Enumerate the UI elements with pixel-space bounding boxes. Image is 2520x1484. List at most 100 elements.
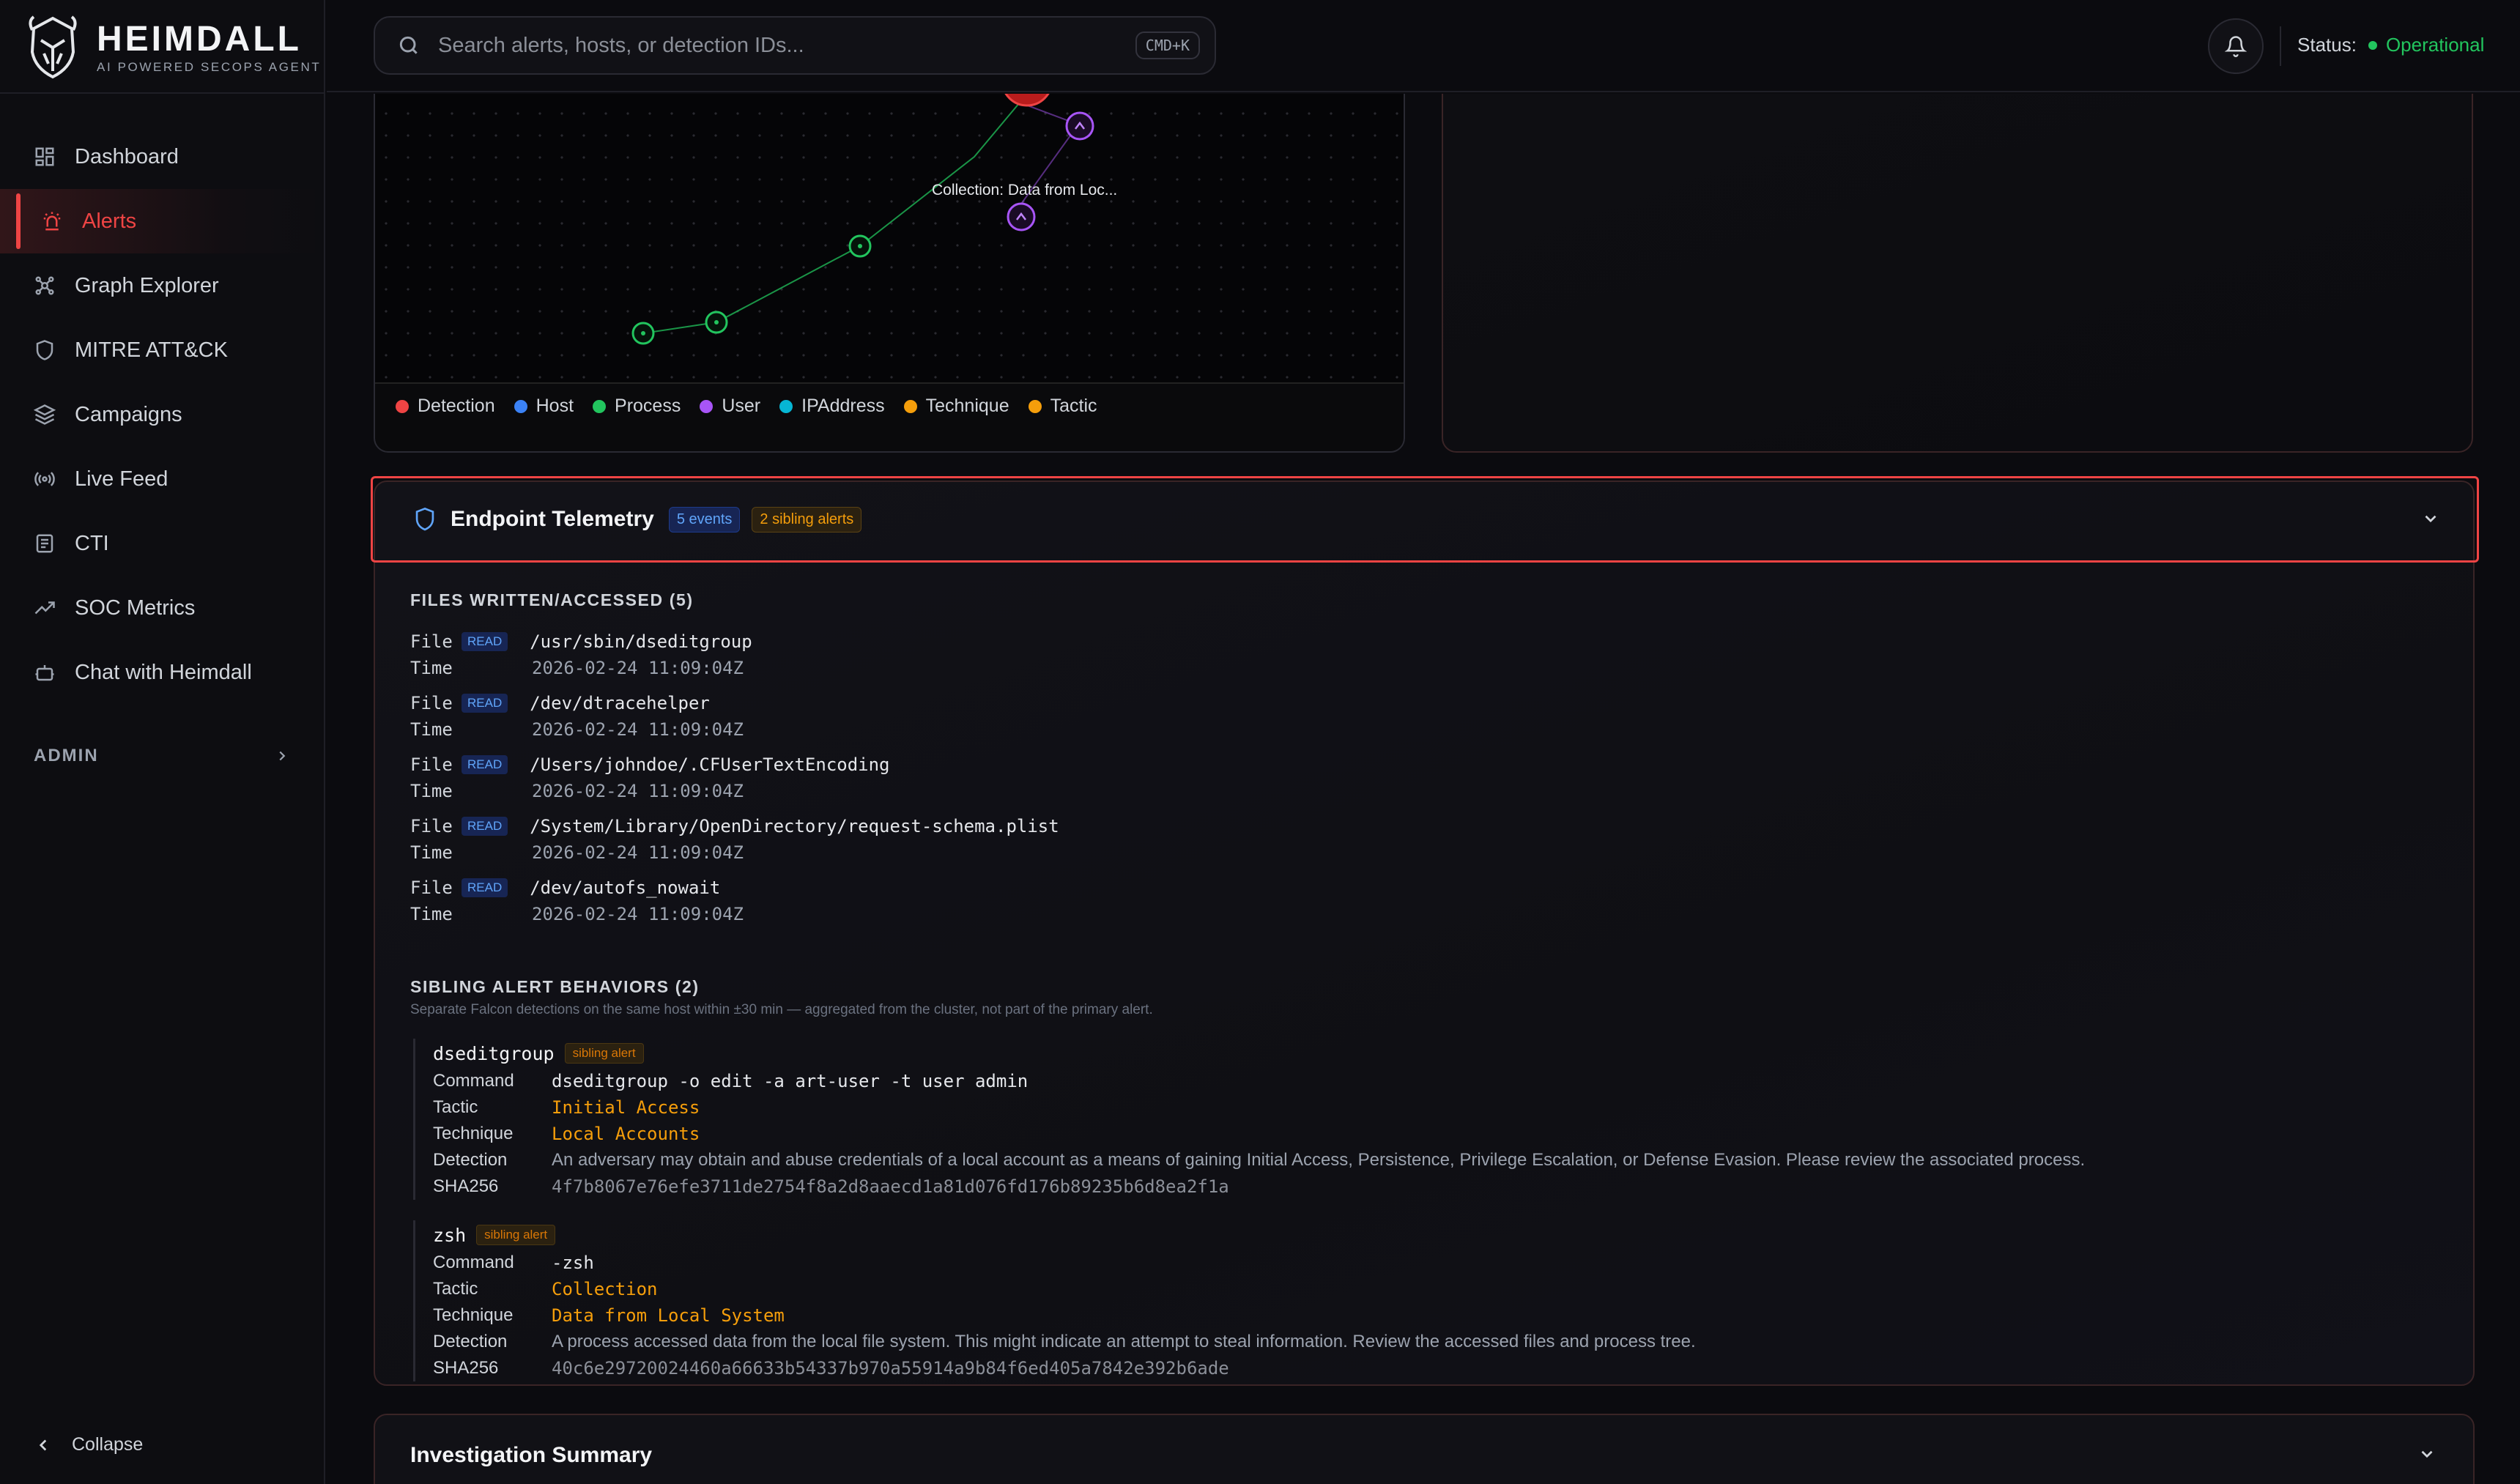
technique-label: Technique	[433, 1124, 514, 1143]
sidebar-item-label: Campaigns	[75, 402, 182, 426]
sidebar-item-mitre[interactable]: MITRE ATT&CK	[0, 318, 325, 382]
sidebar-item-label: SOC Metrics	[75, 596, 196, 620]
legend-ipaddress: IPAddress	[779, 396, 885, 417]
sidebar-item-label: Graph Explorer	[75, 273, 219, 297]
list-item: File READ/dev/autofs_nowait Time 2026-02-2…	[410, 875, 1059, 936]
sibling-alert-zsh: zsh sibling alert Command -zsh Tactic Colle…	[413, 1220, 1696, 1381]
legend-user: User	[700, 396, 760, 417]
graph-svg: Collection: Data from Loc...	[631, 94, 1117, 345]
collapse-button[interactable]: Collapse	[34, 1434, 143, 1455]
file-label: File	[410, 878, 453, 898]
detection-label: Detection	[433, 1332, 508, 1351]
command-value: -zsh	[552, 1253, 594, 1273]
main-content: Collection: Data from Loc... Detection H…	[327, 94, 2520, 1484]
search-bar[interactable]: CMD+K	[374, 16, 1216, 75]
bell-icon	[2225, 36, 2247, 57]
sidebar-item-label: Dashboard	[75, 144, 179, 168]
sibling-alerts-badge: 2 sibling alerts	[752, 506, 862, 533]
tactic-label: Tactic	[433, 1097, 478, 1117]
admin-label: ADMIN	[34, 746, 99, 765]
sidebar-item-dashboard[interactable]: Dashboard	[0, 125, 325, 189]
investigation-summary-title: Investigation Summary	[410, 1443, 653, 1467]
graph-node-label: Collection: Data from Loc...	[932, 182, 1117, 199]
file-path: /usr/sbin/dseditgroup	[530, 631, 752, 652]
endpoint-telemetry-header[interactable]: Endpoint Telemetry 5 events 2 sibling al…	[371, 476, 2479, 563]
brand[interactable]: HEIMDALL AI POWERED SECOPS AGENT	[26, 15, 321, 81]
list-item: File READ/Users/johndoe/.CFUserTextEncodi…	[410, 752, 1059, 813]
command-label: Command	[433, 1253, 514, 1272]
sidebar-item-label: CTI	[75, 531, 109, 555]
time-label: Time	[410, 904, 453, 924]
tactic-value: Collection	[552, 1279, 658, 1299]
side-panel-card	[1442, 94, 2473, 453]
endpoint-telemetry-title: Endpoint Telemetry	[451, 507, 654, 531]
search-shortcut-badge: CMD+K	[1135, 31, 1200, 59]
legend-label: Process	[615, 396, 681, 416]
files-list: File READ/usr/sbin/dseditgroup Time 2026-0…	[410, 628, 1059, 936]
file-path: /System/Library/OpenDirectory/request-sc…	[530, 816, 1059, 836]
dashboard-icon	[35, 147, 54, 166]
collapse-label: Collapse	[72, 1434, 144, 1455]
legend-detection: Detection	[396, 396, 495, 417]
chevron-right-icon	[279, 751, 286, 761]
sidebar-item-graph-explorer[interactable]: Graph Explorer	[0, 253, 325, 318]
shield-icon	[415, 507, 434, 531]
sidebar-divider	[0, 92, 325, 94]
graph-icon	[35, 276, 54, 295]
file-label: File	[410, 631, 453, 652]
detection-label: Detection	[433, 1150, 508, 1170]
sha256-label: SHA256	[433, 1358, 499, 1378]
time-label: Time	[410, 781, 453, 801]
sidebar-item-live-feed[interactable]: Live Feed	[0, 447, 325, 511]
admin-section-toggle[interactable]: ADMIN	[34, 740, 290, 772]
file-path: /Users/johndoe/.CFUserTextEncoding	[530, 754, 890, 775]
file-label: File	[410, 754, 453, 775]
graph-node-user[interactable]	[1065, 111, 1094, 141]
topbar-divider	[2280, 26, 2281, 66]
time-label: Time	[410, 658, 453, 678]
topbar: CMD+K Status: Operational	[327, 0, 2520, 92]
status-value: Operational	[2385, 34, 2485, 56]
tactic-value: Initial Access	[552, 1097, 700, 1118]
file-label: File	[410, 816, 453, 836]
legend-label: User	[722, 396, 761, 416]
graph-node-user[interactable]	[1007, 202, 1036, 231]
list-item: File READ/dev/dtracehelper Time 2026-02-24…	[410, 690, 1059, 752]
sidebar-item-soc-metrics[interactable]: SOC Metrics	[0, 576, 325, 640]
technique-value: Local Accounts	[552, 1124, 700, 1144]
endpoint-telemetry-card: Endpoint Telemetry 5 events 2 sibling al…	[371, 476, 2479, 1386]
sha256-label: SHA256	[433, 1176, 499, 1196]
graph-canvas[interactable]: Collection: Data from Loc...	[375, 94, 1404, 384]
sibling-section-subtitle: Separate Falcon detections on the same h…	[410, 1002, 1153, 1017]
file-time: 2026-02-24 11:09:04Z	[532, 658, 744, 678]
read-badge: READ	[462, 632, 508, 651]
detection-value: A process accessed data from the local f…	[552, 1332, 1696, 1351]
sibling-alert-dseditgroup: dseditgroup sibling alert Command dseditgr…	[413, 1039, 2085, 1200]
legend-process: Process	[593, 396, 681, 417]
technique-value: Data from Local System	[552, 1305, 785, 1326]
read-badge: READ	[462, 878, 508, 897]
sibling-process-name: zsh	[433, 1224, 467, 1246]
chevron-down-icon	[2425, 515, 2436, 523]
graph-node-detection[interactable]	[1002, 94, 1052, 107]
trending-up-icon	[34, 601, 55, 615]
list-item: File READ/usr/sbin/dseditgroup Time 2026-0…	[410, 628, 1059, 690]
technique-label: Technique	[433, 1305, 514, 1325]
sidebar-item-campaigns[interactable]: Campaigns	[0, 382, 325, 447]
legend-technique: Technique	[903, 396, 1009, 417]
graph-legend: Detection Host Process User IPAddress Te…	[396, 396, 1116, 417]
sidebar-item-cti[interactable]: CTI	[0, 511, 325, 576]
system-status: Status: Operational	[2297, 34, 2484, 56]
sidebar: HEIMDALL AI POWERED SECOPS AGENT Dashboa…	[0, 0, 325, 1484]
command-value: dseditgroup -o edit -a art-user -t user …	[552, 1071, 1029, 1091]
sidebar-item-alerts[interactable]: Alerts	[0, 189, 325, 253]
bot-icon	[35, 665, 54, 681]
read-badge: READ	[462, 755, 508, 774]
notifications-button[interactable]	[2208, 18, 2264, 74]
search-input[interactable]	[438, 33, 1135, 58]
legend-label: Tactic	[1050, 396, 1097, 416]
legend-label: IPAddress	[801, 396, 885, 416]
sidebar-item-chat[interactable]: Chat with Heimdall	[0, 640, 325, 705]
sibling-alert-badge: sibling alert	[564, 1043, 644, 1064]
investigation-summary-card[interactable]: Investigation Summary	[374, 1414, 2475, 1484]
